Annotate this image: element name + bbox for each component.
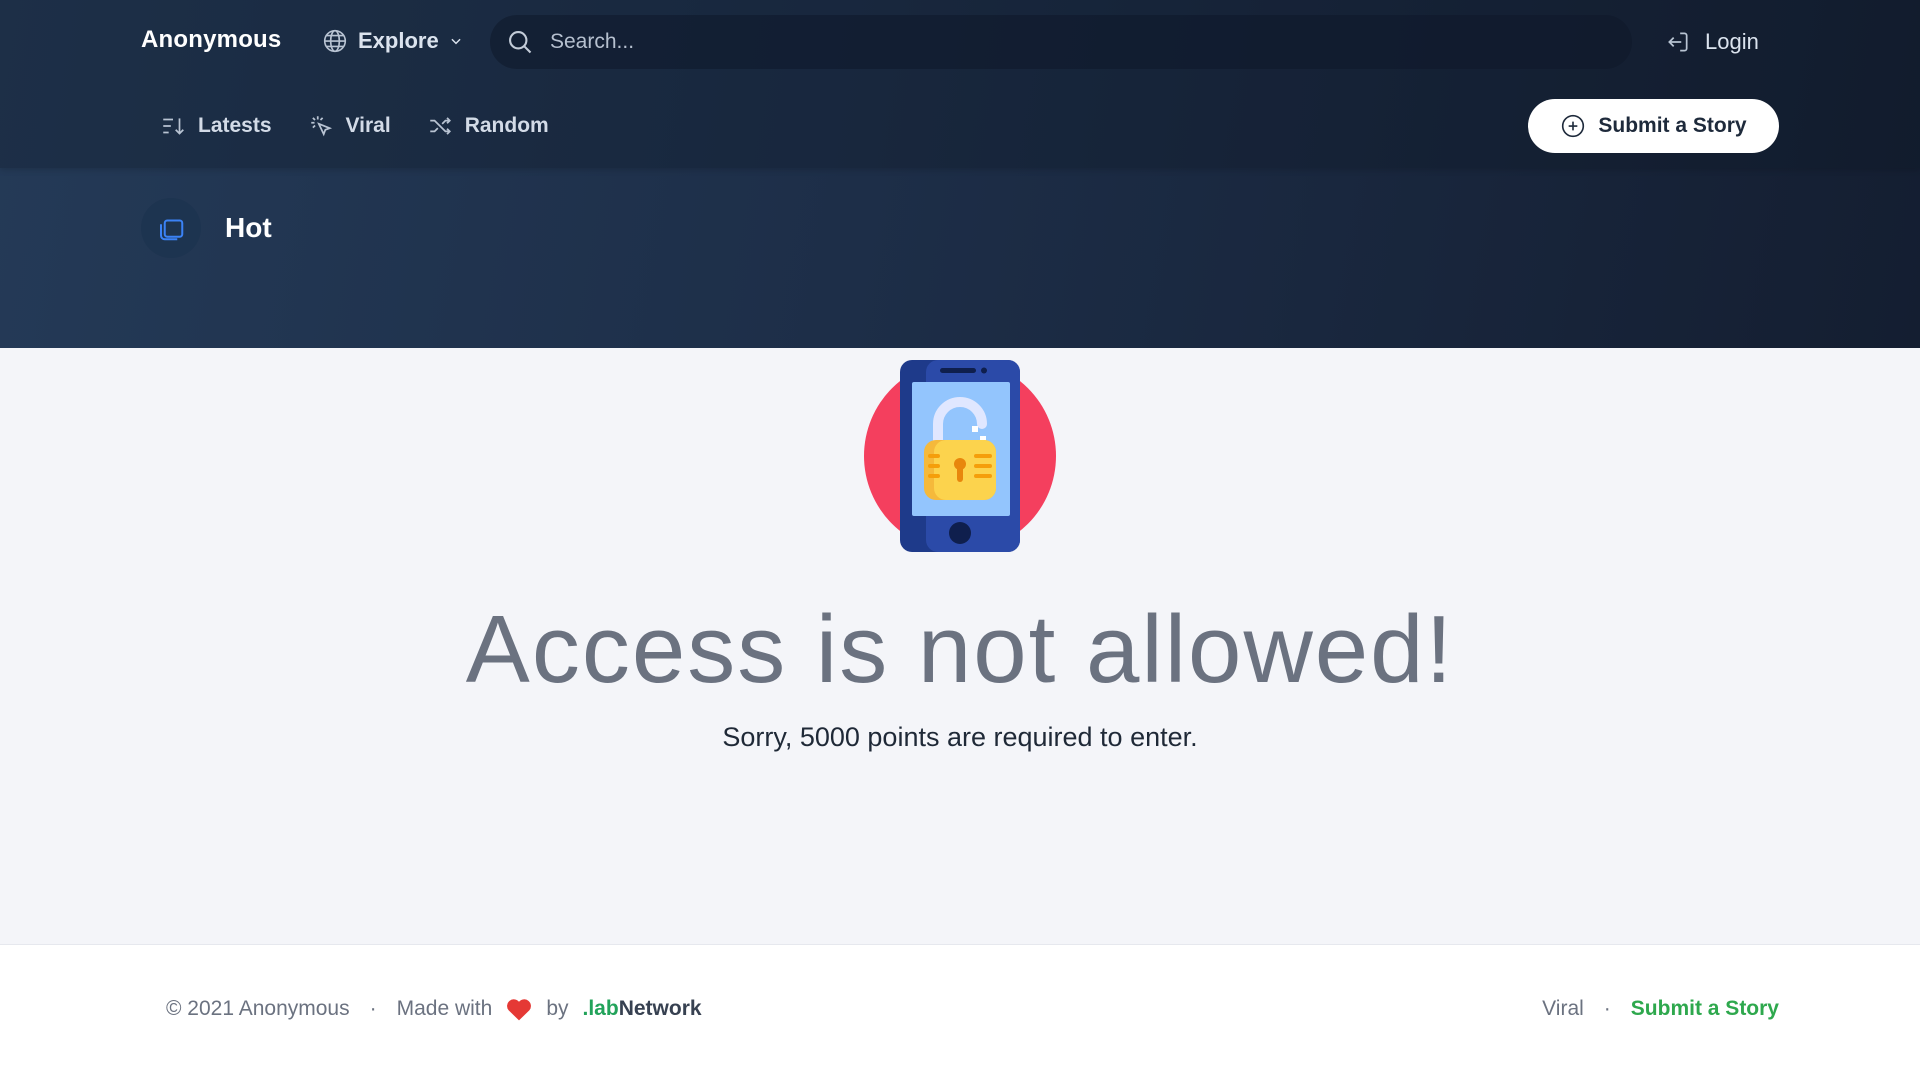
labnetwork-prefix: .lab bbox=[582, 997, 619, 1020]
footer-link-viral[interactable]: Viral bbox=[1542, 997, 1584, 1021]
labnetwork-suffix: Network bbox=[618, 997, 702, 1020]
nav-item-random[interactable]: Random bbox=[427, 113, 549, 139]
footer-links: Viral · Submit a Story bbox=[1542, 997, 1779, 1021]
login-icon bbox=[1668, 32, 1688, 52]
sparkle-click-icon bbox=[310, 116, 332, 137]
nav-label-random: Random bbox=[464, 114, 549, 137]
login-label: Login bbox=[1705, 29, 1759, 54]
submit-story-label: Submit a Story bbox=[1598, 114, 1747, 137]
copyright-text: © 2021 Anonymous bbox=[166, 997, 350, 1020]
nav-label-viral: Viral bbox=[345, 114, 391, 137]
heart-icon bbox=[507, 999, 532, 1021]
nav-label-latests: Latests bbox=[198, 114, 272, 137]
sort-descending-icon bbox=[163, 118, 184, 135]
section-title: Hot bbox=[225, 212, 272, 243]
explore-label: Explore bbox=[358, 28, 439, 53]
plus-circle-icon bbox=[1562, 114, 1585, 138]
folders-icon bbox=[141, 198, 201, 258]
explore-dropdown[interactable]: Explore bbox=[322, 26, 463, 56]
error-headline: Access is not allowed! bbox=[465, 596, 1455, 703]
login-link[interactable]: Login bbox=[1665, 26, 1759, 58]
by-text: by bbox=[546, 997, 569, 1020]
separator-dot: · bbox=[1603, 997, 1611, 1020]
phone-padlock-illustration bbox=[864, 360, 1056, 552]
nav-item-latests[interactable]: Latests bbox=[160, 113, 272, 139]
footer-link-submit-story[interactable]: Submit a Story bbox=[1631, 997, 1779, 1021]
chevron-down-icon bbox=[451, 38, 461, 45]
sub-navigation: Latests Viral Random bbox=[160, 110, 549, 142]
search-input[interactable] bbox=[550, 30, 1550, 54]
site-logo[interactable]: Anonymous bbox=[141, 26, 281, 54]
nav-item-viral[interactable]: Viral bbox=[308, 113, 391, 139]
section-header: Hot bbox=[141, 198, 272, 258]
search-bar[interactable] bbox=[490, 15, 1632, 69]
search-icon bbox=[509, 31, 532, 54]
footer-credits: © 2021 Anonymous · Made with by .labNetw… bbox=[166, 997, 702, 1021]
separator-dot: · bbox=[369, 997, 377, 1020]
submit-story-button[interactable]: Submit a Story bbox=[1528, 99, 1779, 153]
labnetwork-link[interactable]: .labNetwork bbox=[583, 997, 702, 1021]
top-navigation: Anonymous Explore Login Latests V bbox=[0, 0, 1920, 168]
error-message: Sorry, 5000 points are required to enter… bbox=[722, 722, 1198, 752]
shuffle-icon bbox=[429, 117, 451, 135]
made-with-text: Made with bbox=[396, 997, 493, 1020]
page-footer: © 2021 Anonymous · Made with by .labNetw… bbox=[0, 944, 1920, 1072]
globe-icon bbox=[323, 29, 347, 53]
